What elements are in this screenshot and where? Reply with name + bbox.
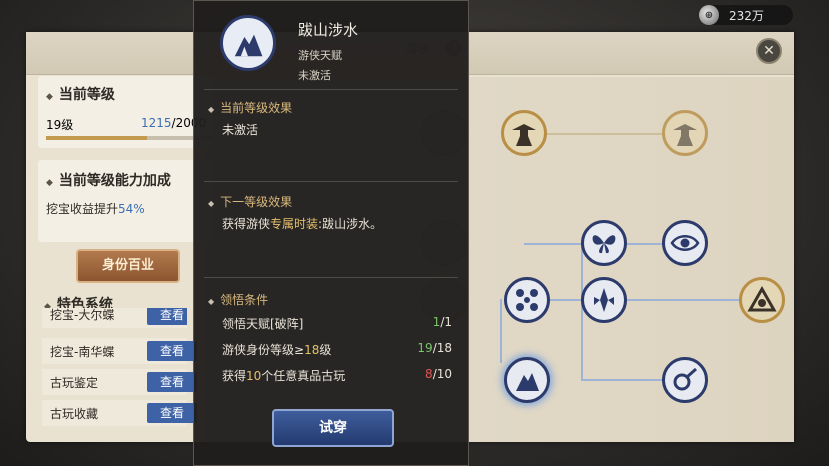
condition-have: 8 [425,367,433,381]
condition-label-suffix: 个任意真品古玩 [261,369,346,383]
condition-label: 领悟天赋[破阵] [222,317,304,331]
diamond-bullet-icon: ◆ [46,92,53,102]
condition-row: 获得10个任意真品古玩 8/10 [222,367,452,384]
hat-figure-icon [512,124,536,146]
ability-effect: 挖宝收益提升54% [46,200,145,217]
dagger-icon [594,288,614,312]
tree-connector [581,379,663,381]
try-on-button[interactable]: 试穿 [272,409,394,447]
currency-display: ⊕ 232万 [699,5,793,25]
tree-connector [500,299,502,363]
condition-highlight: 10 [246,369,262,383]
feature-label: 古玩鉴定 [50,376,99,390]
hat-figure-icon [673,124,697,146]
triangle-emblem-icon [747,285,777,312]
divider [204,181,458,182]
tools-icon [673,367,697,391]
talent-node-tools[interactable] [662,357,708,403]
mountain-walker-icon [516,373,539,391]
current-level-card: ◆ 当前等级 19级 1215/2000 [38,76,213,148]
next-effect-suffix: :跋山涉水。 [318,217,383,231]
condition-progress: 8/10 [425,367,452,381]
next-effect-text: 获得游侠专属时装:跋山涉水。 [222,215,382,232]
career-button[interactable]: 身份百业 [76,249,180,283]
mountain-walker-icon [220,15,276,71]
talent-node-dagger[interactable] [581,277,627,323]
talent-node-selected-mountain[interactable] [504,357,550,403]
talent-state: 未激活 [298,69,331,82]
current-effect-text: 未激活 [222,123,259,137]
diamond-bullet-icon: ◆ [46,178,53,188]
condition-label-suffix: 级 [319,343,332,357]
feature-row: 挖宝-南华蝶 查看 [42,338,197,364]
talent-node-butterfly[interactable] [581,220,627,266]
talent-node-hat-figure[interactable] [501,110,547,156]
current-effect-title-text: 当前等级效果 [220,101,293,115]
exp-progress-fill [46,136,148,140]
diamond-bullet-icon: ◆ [208,105,215,114]
condition-need: /1 [440,315,452,329]
condition-progress: 19/18 [417,341,452,355]
next-effect-highlight: 专属时装 [270,217,319,231]
divider [204,89,458,90]
next-effect-title: ◆ 下一等级效果 [208,193,292,210]
diamond-bullet-icon: ◆ [208,297,215,306]
ability-effect-value: 54% [118,202,145,216]
condition-need: /10 [432,367,452,381]
silver-coin-icon: ⊕ [699,5,719,25]
talent-name: 跋山涉水 [298,21,359,39]
mountain-walker-glyph [234,34,263,57]
talent-tooltip: 跋山涉水 游侠天赋 未激活 ◆ 当前等级效果 未激活 ◆ 下一等级效果 获得游侠专属… [193,0,469,466]
feature-row: 古玩鉴定 查看 [42,369,197,395]
feature-label: 挖宝-大尔蝶 [50,308,115,322]
talent-node-eye[interactable] [662,220,708,266]
current-level-title-text: 当前等级 [58,87,115,103]
divider [204,277,458,278]
talent-node-emblem[interactable] [739,277,785,323]
ability-title: ◆ 当前等级能力加成 [46,170,171,190]
tree-connector [581,299,583,379]
condition-title: ◆ 领悟条件 [208,291,268,308]
level-row: 19级 1215/2000 [46,116,213,133]
exp-progress-bar [46,136,213,140]
view-button[interactable]: 查看 [147,341,197,361]
current-effect-title: ◆ 当前等级效果 [208,99,292,116]
condition-need: /18 [432,341,452,355]
talent-subtitle: 游侠天赋 [298,49,342,62]
eye-icon [670,235,700,251]
view-button[interactable]: 查看 [147,403,197,423]
condition-have: 19 [417,341,433,355]
ability-effect-label: 挖宝收益提升 [46,202,119,216]
feature-row: 古玩收藏 查看 [42,400,197,426]
ability-title-text: 当前等级能力加成 [58,173,171,189]
ability-bonus-card: ◆ 当前等级能力加成 挖宝收益提升54% [38,160,213,242]
cross-pattern-icon [516,289,538,311]
currency-amount: 232万 [729,8,764,23]
tree-connector [524,299,756,301]
diamond-bullet-icon: ◆ [208,199,215,208]
condition-highlight: 18 [304,343,320,357]
view-button[interactable]: 查看 [147,308,187,325]
exp-current: 1215 [141,116,172,130]
current-level-title: ◆ 当前等级 [46,84,115,104]
talent-node-hat-figure-2[interactable] [662,110,708,156]
next-effect-title-text: 下一等级效果 [220,195,293,209]
condition-row: 领悟天赋[破阵] 1/1 [222,315,452,332]
next-effect-prefix: 获得游侠 [222,217,271,231]
talent-node-cross[interactable] [504,277,550,323]
view-button[interactable]: 查看 [147,372,197,392]
condition-title-text: 领悟条件 [220,293,269,307]
close-button[interactable]: ✕ [756,38,782,64]
condition-label: 游侠身份等级≥ [222,343,305,357]
condition-progress: 1/1 [433,315,452,329]
condition-label: 获得 [222,369,247,383]
feature-label: 挖宝-南华蝶 [50,345,115,359]
butterfly-icon [592,235,616,254]
condition-row: 游侠身份等级≥18级 19/18 [222,341,452,358]
level-label: 19级 [46,118,74,132]
feature-label: 古玩收藏 [50,407,99,421]
feature-row: 挖宝-大尔蝶 查看 [42,308,187,328]
